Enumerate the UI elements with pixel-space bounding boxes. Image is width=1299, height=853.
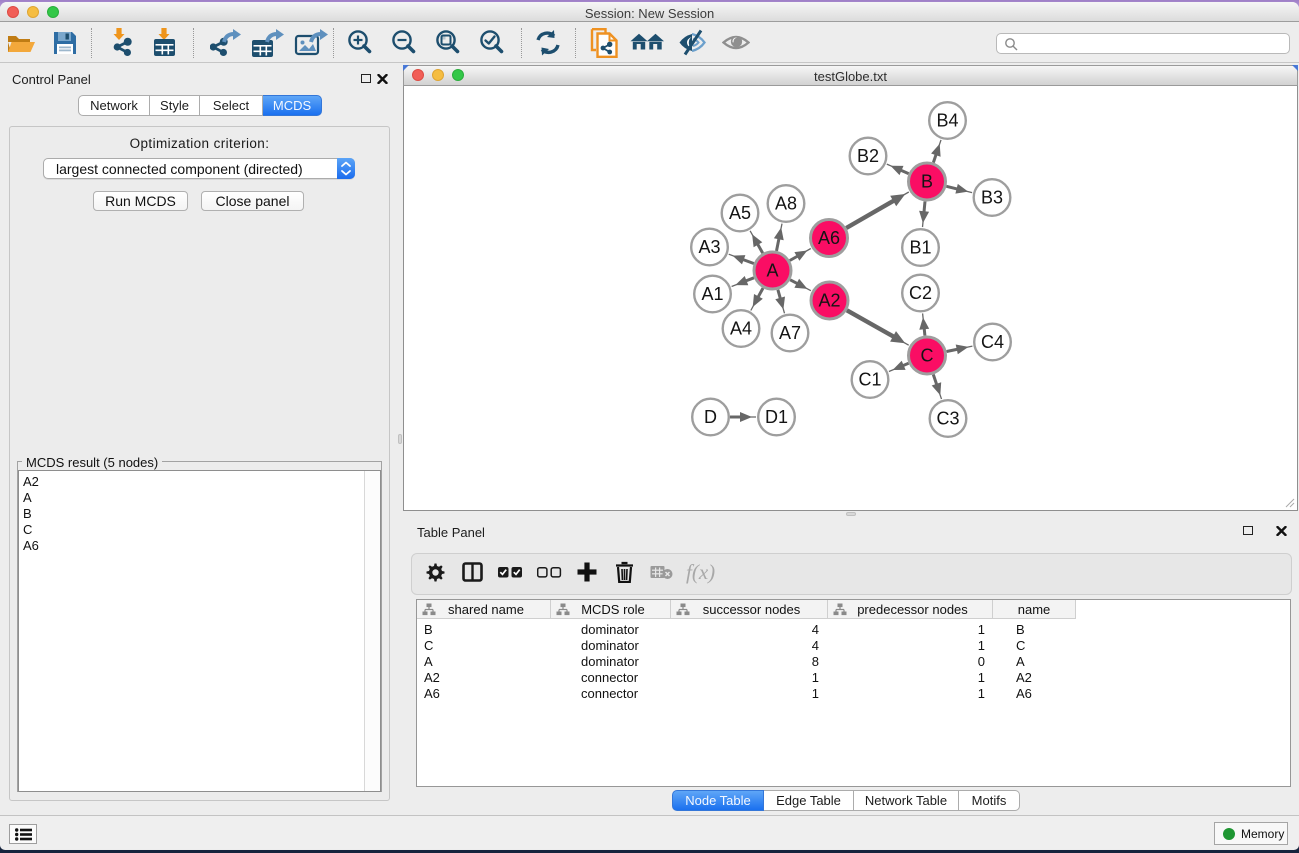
svg-text:D: D (704, 407, 717, 427)
svg-text:B2: B2 (857, 146, 879, 166)
svg-text:A5: A5 (729, 203, 751, 223)
svg-text:A: A (766, 261, 778, 281)
svg-text:C: C (921, 346, 934, 366)
svg-text:B1: B1 (909, 238, 931, 258)
svg-text:A7: A7 (779, 323, 801, 343)
svg-text:B: B (921, 172, 933, 192)
svg-text:D1: D1 (765, 407, 788, 427)
svg-text:C4: C4 (981, 332, 1004, 352)
svg-text:A4: A4 (730, 319, 752, 339)
svg-text:C3: C3 (936, 409, 959, 429)
svg-text:A8: A8 (775, 194, 797, 214)
svg-text:C1: C1 (858, 370, 881, 390)
svg-text:A6: A6 (818, 228, 840, 248)
svg-text:C2: C2 (909, 283, 932, 303)
svg-text:B3: B3 (981, 188, 1003, 208)
svg-text:A3: A3 (698, 237, 720, 257)
svg-text:B4: B4 (936, 111, 958, 131)
svg-text:A2: A2 (818, 291, 840, 311)
svg-text:A1: A1 (701, 284, 723, 304)
